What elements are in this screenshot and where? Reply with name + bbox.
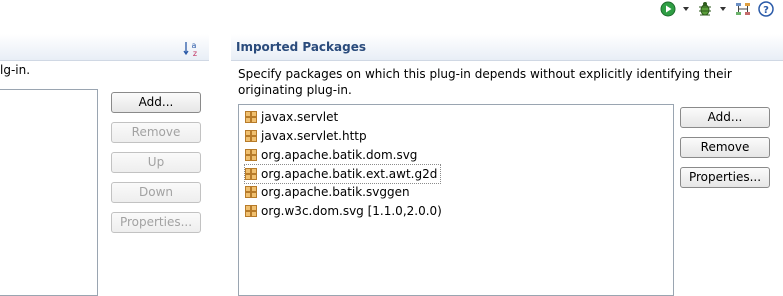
imported-packages-description: Specify packages on which this plug-in d… [238, 67, 732, 97]
imported-packages-title: Imported Packages [236, 40, 366, 54]
help-icon[interactable]: ? [758, 1, 774, 17]
organize-icon[interactable] [735, 1, 751, 17]
package-label: org.w3c.dom.svg [1.1.0,2.0.0) [261, 204, 442, 218]
imported-properties-button[interactable]: Properties... [680, 167, 770, 188]
left-section-header [0, 34, 209, 61]
left-remove-button[interactable]: Remove [111, 122, 201, 143]
sort-alpha-icon[interactable]: az [183, 40, 201, 61]
svg-text:z: z [193, 49, 197, 58]
list-item[interactable]: javax.servlet [245, 108, 338, 126]
list-item[interactable]: org.apache.batik.dom.svg [245, 146, 417, 164]
left-add-button[interactable]: Add... [111, 92, 201, 113]
package-icon [245, 111, 257, 123]
list-item-selected[interactable]: org.apache.batik.ext.awt.g2d [244, 164, 442, 184]
package-label: javax.servlet [261, 110, 339, 124]
list-item[interactable]: org.apache.batik.svggen [245, 183, 410, 201]
left-properties-button[interactable]: Properties... [111, 212, 201, 233]
imported-remove-button[interactable]: Remove [680, 137, 770, 158]
package-label: org.apache.batik.svggen [261, 185, 410, 199]
debug-icon[interactable] [697, 1, 713, 17]
svg-text:?: ? [763, 5, 769, 16]
list-item[interactable]: javax.servlet.http [245, 127, 367, 145]
list-item[interactable]: org.w3c.dom.svg [1.1.0,2.0.0) [245, 202, 442, 220]
imported-packages-list[interactable]: javax.servlet javax.servlet.http org.apa… [238, 104, 674, 296]
imported-add-button[interactable]: Add... [680, 107, 770, 128]
package-icon [245, 186, 257, 198]
main-toolbar: ? [0, 0, 783, 18]
required-plugins-list[interactable] [0, 89, 98, 296]
left-down-button[interactable]: Down [111, 182, 201, 203]
package-label: org.apache.batik.ext.awt.g2d [261, 167, 438, 181]
run-dropdown-icon[interactable] [683, 7, 689, 11]
package-icon [245, 149, 257, 161]
debug-dropdown-icon[interactable] [720, 7, 726, 11]
package-icon [245, 130, 257, 142]
left-description: lg-in. [0, 63, 31, 77]
left-up-button[interactable]: Up [111, 152, 201, 173]
run-icon[interactable] [660, 1, 676, 17]
package-icon [245, 168, 257, 180]
package-label: javax.servlet.http [261, 129, 367, 143]
package-label: org.apache.batik.dom.svg [261, 148, 418, 162]
package-icon [245, 205, 257, 217]
